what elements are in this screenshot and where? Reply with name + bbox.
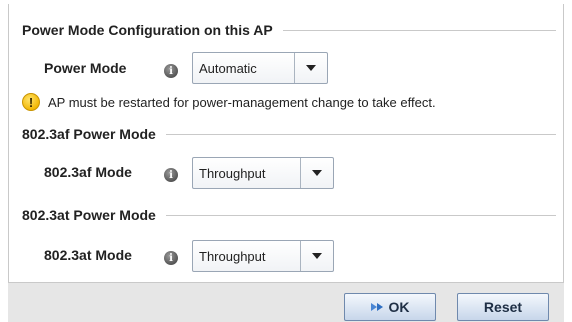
section-title: 802.3af Power Mode (22, 126, 156, 142)
section-title: 802.3at Power Mode (22, 207, 156, 223)
info-icon[interactable]: i (164, 64, 178, 78)
ok-arrow-icon (370, 303, 383, 311)
info-icon[interactable]: i (164, 168, 178, 182)
reset-label: Reset (483, 299, 523, 315)
power-mode-select[interactable]: Automatic (192, 52, 328, 84)
section-header-802-3af: 802.3af Power Mode (22, 123, 556, 145)
section-divider (165, 133, 556, 135)
af-mode-label: 802.3af Mode (44, 164, 132, 180)
af-mode-row: 802.3af Mode (44, 164, 132, 180)
power-mode-label: Power Mode (44, 60, 127, 76)
warning-icon: ! (22, 93, 40, 111)
dropdown-button[interactable] (294, 53, 327, 83)
at-mode-select[interactable]: Throughput (192, 240, 334, 272)
at-mode-row: 802.3at Mode (44, 247, 132, 263)
at-mode-label: 802.3at Mode (44, 247, 132, 263)
info-icon[interactable]: i (164, 251, 178, 265)
ok-button[interactable]: OK (344, 293, 436, 321)
section-divider (282, 29, 556, 31)
footer-bar: OK Reset (8, 282, 564, 322)
chevron-down-icon (306, 65, 316, 71)
at-mode-value: Throughput (199, 248, 266, 264)
ok-label: OK (388, 299, 410, 315)
power-mode-value: Automatic (199, 60, 257, 76)
chevron-down-icon (312, 253, 322, 259)
reset-button[interactable]: Reset (457, 293, 549, 321)
section-title: Power Mode Configuration on this AP (22, 22, 273, 38)
af-mode-select[interactable]: Throughput (192, 157, 334, 189)
section-divider (165, 214, 556, 216)
section-header-802-3at: 802.3at Power Mode (22, 204, 556, 226)
warning-text: AP must be restarted for power-managemen… (48, 94, 436, 110)
section-header-power-mode: Power Mode Configuration on this AP (22, 19, 556, 41)
dropdown-button[interactable] (300, 158, 333, 188)
power-mode-row: Power Mode (44, 60, 126, 76)
chevron-down-icon (312, 170, 322, 176)
restart-warning: ! AP must be restarted for power-managem… (22, 93, 436, 111)
dropdown-button[interactable] (300, 241, 333, 271)
af-mode-value: Throughput (199, 165, 266, 181)
